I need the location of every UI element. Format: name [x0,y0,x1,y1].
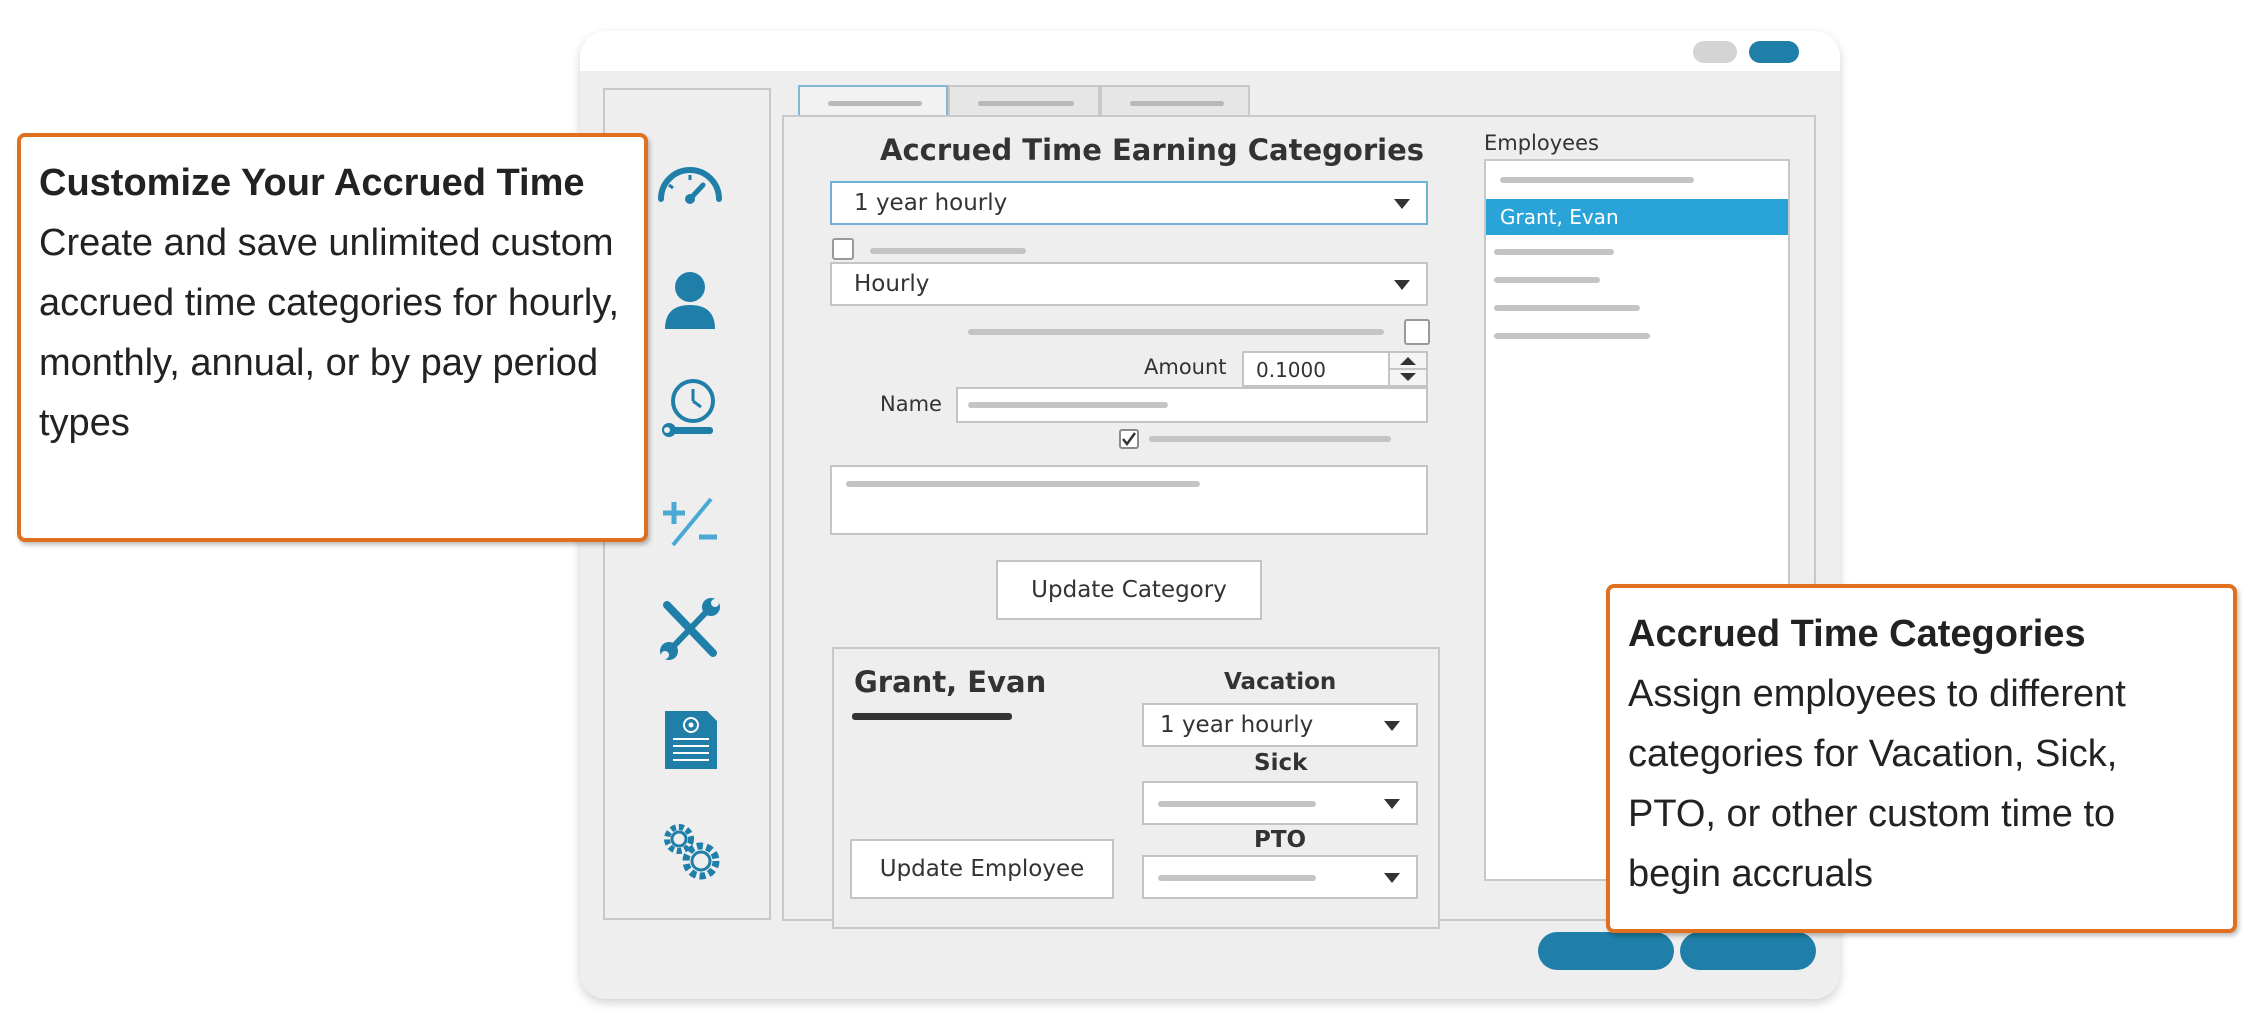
type-select[interactable]: Hourly [830,262,1428,306]
callout-left-body: Create and save unlimited custom accrued… [39,222,620,444]
checkbox-label-placeholder [1149,436,1391,442]
callout-right-title: Accrued Time Categories [1628,613,2086,655]
list-item[interactable] [1494,333,1650,339]
employee-assignment-panel: Grant, Evan Vacation 1 year hourly Sick … [832,647,1440,929]
sick-label: Sick [1254,750,1308,776]
category-select[interactable]: 1 year hourly [830,181,1428,225]
title-bar [580,31,1840,71]
vacation-select-value: 1 year hourly [1160,712,1314,738]
amount-input[interactable]: 0.1000 [1242,351,1390,387]
gears-icon[interactable] [655,815,725,885]
employees-label: Employees [1484,131,1599,155]
chevron-down-icon [1394,280,1410,290]
employee-name-heading: Grant, Evan [854,665,1047,699]
tools-icon[interactable] [655,595,725,665]
tab-2[interactable] [948,85,1100,115]
update-employee-button[interactable]: Update Employee [850,839,1114,899]
type-select-value: Hourly [854,271,930,297]
list-item[interactable] [1494,249,1614,255]
checked-checkbox[interactable] [1119,429,1139,449]
callout-right-body: Assign employees to different categories… [1628,673,2126,895]
callout-right: Accrued Time Categories Assign employees… [1606,584,2237,933]
chevron-down-icon [1394,199,1410,209]
chevron-down-icon [1384,873,1400,883]
window-control-close[interactable] [1749,41,1799,63]
window-control-minimize[interactable] [1693,41,1737,63]
dashboard-gauge-icon[interactable] [655,155,725,225]
sick-select[interactable] [1142,781,1418,825]
tab-1[interactable] [798,85,948,115]
callout-left-title: Customize Your Accrued Time [39,162,585,204]
category-select-value: 1 year hourly [854,190,1008,216]
chevron-down-icon [1384,721,1400,731]
heading-underline [852,713,1012,720]
name-input[interactable] [956,387,1428,423]
option-checkbox-1[interactable] [832,238,854,260]
vacation-select[interactable]: 1 year hourly [1142,703,1418,747]
chevron-down-icon [1384,799,1400,809]
footer-button-1[interactable] [1538,932,1674,970]
amount-label: Amount [1144,355,1227,379]
plus-minus-icon[interactable] [655,485,725,555]
user-icon[interactable] [655,265,725,335]
update-category-button[interactable]: Update Category [996,560,1262,620]
pto-label: PTO [1254,827,1307,853]
pto-select[interactable] [1142,855,1418,899]
list-item[interactable] [1494,277,1600,283]
description-textarea[interactable] [830,465,1428,535]
footer-button-2[interactable] [1680,932,1816,970]
vacation-label: Vacation [1224,669,1337,695]
page-title: Accrued Time Earning Categories [880,133,1425,167]
amount-stepper[interactable] [1388,351,1428,387]
tab-3[interactable] [1100,85,1250,115]
callout-left: Customize Your Accrued Time Create and s… [17,133,648,542]
name-label: Name [880,392,942,416]
document-icon[interactable] [655,705,725,775]
checkbox-label-placeholder [870,248,1026,254]
list-item[interactable] [1494,305,1640,311]
option-checkbox-2[interactable] [1404,319,1430,345]
amount-value: 0.1000 [1256,358,1326,382]
list-item-selected[interactable]: Grant, Evan [1486,199,1788,235]
clock-wrench-icon[interactable] [655,375,725,445]
option-label-placeholder [968,329,1384,335]
